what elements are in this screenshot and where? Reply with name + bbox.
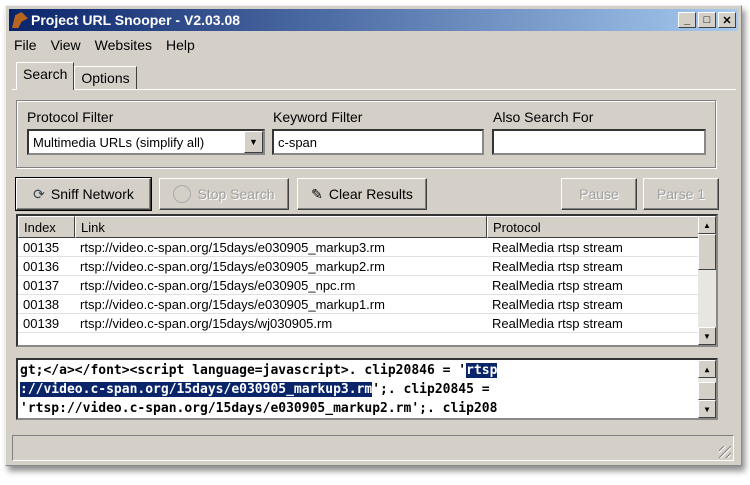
page-source-view[interactable]: gt;</a></font><script language=javascrip…	[16, 358, 718, 420]
eraser-icon: ✎	[311, 185, 323, 202]
protocol-cell: RealMedia rtsp stream	[492, 277, 623, 293]
index-cell: 00135	[23, 239, 60, 255]
protocol-cell: RealMedia rtsp stream	[492, 258, 623, 274]
table-row[interactable]: 00135 rtsp://video.c-span.org/15days/e030…	[18, 238, 716, 257]
status-bar	[12, 435, 734, 461]
results-table: Index Link Protocol 00135 rtsp://video.c-…	[16, 214, 718, 347]
app-window: Project URL Snooper - V2.03.08 _ □ ✕ Fil…	[5, 5, 742, 466]
title-bar[interactable]: Project URL Snooper - V2.03.08 _ □ ✕	[9, 9, 738, 31]
source-text: 'rtsp://video.c-span.org/15days/e030905_…	[20, 401, 498, 416]
protocol-filter-label: Protocol Filter	[27, 109, 114, 125]
table-row[interactable]: 00136 rtsp://video.c-span.org/15days/e030…	[18, 257, 716, 276]
index-cell: 00136	[23, 258, 60, 274]
table-row[interactable]: 00137 rtsp://video.c-span.org/15days/e030…	[18, 276, 716, 295]
also-search-label: Also Search For	[493, 109, 594, 125]
maximize-button[interactable]: □	[698, 12, 716, 28]
source-scrollbar[interactable]: ▲ ▼	[698, 360, 716, 418]
protocol-filter-value: Multimedia URLs (simplify all)	[33, 135, 205, 150]
keyword-filter-label: Keyword Filter	[273, 109, 363, 125]
link-cell: rtsp://video.c-span.org/15days/e030905_m…	[80, 239, 385, 255]
scroll-up-icon[interactable]: ▲	[698, 360, 716, 378]
link-cell: rtsp://video.c-span.org/15days/e030905_n…	[80, 277, 356, 293]
protocol-cell: RealMedia rtsp stream	[492, 296, 623, 312]
resize-grip-icon[interactable]	[719, 446, 731, 458]
parse-button[interactable]: Parse 1	[643, 178, 719, 210]
protocol-cell: RealMedia rtsp stream	[492, 239, 623, 255]
results-scrollbar[interactable]: ▲ ▼	[698, 216, 716, 345]
menu-bar: File View Websites Help	[14, 37, 195, 53]
scroll-thumb[interactable]	[698, 234, 716, 270]
scroll-down-icon[interactable]: ▼	[698, 327, 716, 345]
clear-results-button[interactable]: ✎ Clear Results	[297, 178, 427, 210]
menu-websites[interactable]: Websites	[95, 37, 152, 53]
protocol-filter-dropdown[interactable]: Multimedia URLs (simplify all) ▼	[27, 129, 265, 155]
protocol-cell: RealMedia rtsp stream	[492, 315, 623, 331]
source-text: ';. clip20845 =	[372, 382, 490, 397]
scroll-thumb[interactable]	[698, 382, 716, 400]
index-cell: 00137	[23, 277, 60, 293]
keyword-filter-input[interactable]: c-span	[272, 129, 484, 155]
column-header-index[interactable]: Index	[18, 216, 75, 238]
table-row[interactable]: 00139 rtsp://video.c-span.org/15days/wj03…	[18, 314, 716, 333]
pause-button[interactable]: Pause	[561, 178, 637, 210]
stop-icon	[173, 185, 192, 203]
link-cell: rtsp://video.c-span.org/15days/wj030905.…	[80, 315, 333, 331]
tab-search[interactable]: Search	[16, 62, 75, 90]
index-cell: 00139	[23, 315, 60, 331]
menu-view[interactable]: View	[51, 37, 81, 53]
link-cell: rtsp://video.c-span.org/15days/e030905_m…	[80, 258, 385, 274]
source-text: gt;</a></font><script language=javascrip…	[20, 363, 467, 378]
link-cell: rtsp://video.c-span.org/15days/e030905_m…	[80, 296, 385, 312]
menu-file[interactable]: File	[14, 37, 37, 53]
also-search-input[interactable]	[492, 129, 706, 155]
selected-text: ://video.c-span.org/15days/e030905_marku…	[20, 382, 373, 397]
close-button[interactable]: ✕	[718, 12, 736, 28]
menu-help[interactable]: Help	[166, 37, 195, 53]
minimize-button[interactable]: _	[678, 12, 696, 28]
dog-logo-icon	[12, 12, 28, 28]
window-title: Project URL Snooper - V2.03.08	[31, 12, 241, 28]
scroll-down-icon[interactable]: ▼	[698, 400, 716, 418]
column-header-protocol[interactable]: Protocol	[487, 216, 699, 238]
scroll-up-icon[interactable]: ▲	[698, 216, 716, 234]
column-header-link[interactable]: Link	[75, 216, 487, 238]
stop-search-button[interactable]: Stop Search	[159, 178, 289, 210]
index-cell: 00138	[23, 296, 60, 312]
chevron-down-icon[interactable]: ▼	[244, 131, 263, 153]
search-tab-panel: Protocol Filter Multimedia URLs (simplif…	[12, 89, 736, 431]
tab-options[interactable]: Options	[74, 66, 137, 90]
selected-text: rtsp	[466, 363, 498, 378]
filter-group: Protocol Filter Multimedia URLs (simplif…	[16, 100, 716, 168]
table-row[interactable]: 00138 rtsp://video.c-span.org/15days/e030…	[18, 295, 716, 314]
sniff-network-button[interactable]: ⟳ Sniff Network	[15, 177, 152, 211]
network-icon: ⟳	[33, 185, 45, 202]
